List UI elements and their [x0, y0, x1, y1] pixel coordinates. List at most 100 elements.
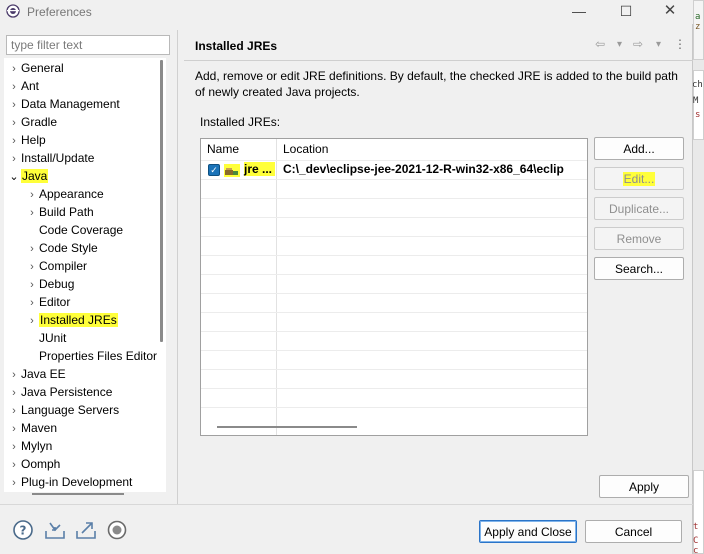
tree-item-label: Java EE: [21, 367, 66, 381]
back-menu-icon[interactable]: ▾: [617, 39, 622, 50]
column-header-location[interactable]: Location: [277, 139, 587, 160]
tree-item-installed-jres[interactable]: › Installed JREs: [25, 311, 118, 329]
view-menu-icon[interactable]: ⋮: [674, 37, 686, 51]
expand-arrow-icon[interactable]: ›: [25, 294, 39, 312]
tree-item-plug-in-development[interactable]: › Plug-in Development: [7, 473, 132, 491]
page-description: Add, remove or edit JRE definitions. By …: [195, 69, 678, 99]
expand-arrow-icon[interactable]: ›: [25, 258, 39, 276]
expand-arrow-icon[interactable]: ›: [7, 366, 21, 384]
tree-item-help[interactable]: › Help: [7, 131, 46, 149]
tree-item-debug[interactable]: › Debug: [25, 275, 74, 293]
tree-item-language-servers[interactable]: › Language Servers: [7, 401, 119, 419]
record-icon[interactable]: [106, 519, 128, 541]
tree-item-label: Maven: [21, 421, 58, 435]
filter-input[interactable]: [6, 35, 170, 55]
expand-arrow-icon[interactable]: ›: [7, 438, 21, 456]
tree-vertical-scrollbar[interactable]: [160, 60, 163, 342]
expand-arrow-icon[interactable]: ›: [25, 186, 39, 204]
tree-item-label: General: [21, 61, 64, 75]
tree-item-ant[interactable]: › Ant: [7, 77, 39, 95]
tree-item-label: Properties Files Editor: [39, 349, 158, 363]
tree-item-compiler[interactable]: › Compiler: [25, 257, 87, 275]
tree-item-properties-files-editor[interactable]: Properties Files Editor: [25, 347, 157, 365]
expand-arrow-icon[interactable]: ›: [25, 204, 39, 222]
tree-item-appearance[interactable]: › Appearance: [25, 185, 104, 203]
default-jre-checkbox[interactable]: ✓: [208, 164, 220, 176]
tree-item-label: Gradle: [21, 115, 58, 129]
tree-item-label: Oomph: [21, 457, 61, 471]
tree-item-label: Java: [21, 169, 49, 183]
footer-separator: [0, 504, 693, 505]
installed-jres-table[interactable]: Name Location ✓ jre ... C:\_dev\eclipse-…: [200, 138, 588, 436]
tree-item-oomph[interactable]: › Oomph: [7, 455, 60, 473]
expand-arrow-icon[interactable]: ›: [7, 456, 21, 474]
tree-item-label: Compiler: [39, 259, 88, 273]
expand-arrow-icon[interactable]: ›: [7, 132, 21, 150]
tree-item-label: Debug: [39, 277, 75, 291]
header-separator: [184, 60, 693, 61]
tree-item-junit[interactable]: JUnit: [25, 329, 66, 347]
column-header-name[interactable]: Name: [201, 139, 276, 160]
expand-arrow-icon[interactable]: ›: [7, 114, 21, 132]
expand-arrow-icon[interactable]: ›: [7, 78, 21, 96]
expand-arrow-icon[interactable]: ›: [7, 60, 21, 78]
back-arrow-icon[interactable]: ⇦: [595, 37, 605, 51]
eclipse-app-icon: [6, 4, 20, 18]
tree-item-label: Java Persistence: [21, 385, 113, 399]
tree-item-code-style[interactable]: › Code Style: [25, 239, 98, 257]
tree-item-code-coverage[interactable]: Code Coverage: [25, 221, 123, 239]
remove-button[interactable]: Remove: [594, 227, 684, 250]
tree-item-java-ee[interactable]: › Java EE: [7, 365, 66, 383]
panel-sash[interactable]: [177, 30, 178, 504]
tree-item-gradle[interactable]: › Gradle: [7, 113, 57, 131]
add-button[interactable]: Add...: [594, 137, 684, 160]
expand-arrow-icon[interactable]: ›: [7, 420, 21, 438]
tree-item-java[interactable]: ⌄ Java: [7, 167, 49, 186]
maximize-button[interactable]: ☐: [604, 0, 648, 24]
expand-arrow-icon[interactable]: ›: [7, 150, 21, 168]
preferences-window: Preferences — ☐ ✕ ›General ›Ant ›Data Ma…: [0, 0, 693, 554]
expand-arrow-icon[interactable]: ›: [25, 276, 39, 294]
expand-arrow-icon[interactable]: ›: [7, 402, 21, 420]
jre-location-cell: C:\_dev\eclipse-jee-2021-12-R-win32-x86_…: [283, 162, 564, 176]
preferences-tree: › General › Ant › Data Management › Gradle ›…: [4, 58, 166, 492]
tree-horizontal-scrollbar[interactable]: [32, 493, 124, 495]
table-horizontal-scrollbar[interactable]: [217, 426, 357, 428]
tree-item-label: Appearance: [39, 187, 104, 201]
apply-button[interactable]: Apply: [599, 475, 689, 498]
cancel-button[interactable]: Cancel: [585, 520, 682, 543]
tree-item-maven[interactable]: › Maven: [7, 419, 57, 437]
tree-item-mylyn[interactable]: › Mylyn: [7, 437, 52, 455]
tree-item-build-path[interactable]: › Build Path: [25, 203, 94, 221]
forward-arrow-icon[interactable]: ⇨: [633, 37, 643, 51]
title-bar: Preferences — ☐ ✕: [0, 0, 693, 24]
expand-arrow-icon[interactable]: ›: [7, 474, 21, 492]
apply-and-close-button[interactable]: Apply and Close: [479, 520, 577, 543]
close-button[interactable]: ✕: [648, 0, 692, 24]
tree-item-label: Installed JREs: [39, 313, 118, 327]
minimize-button[interactable]: —: [557, 0, 601, 24]
tree-item-install-update[interactable]: › Install/Update: [7, 149, 94, 167]
forward-menu-icon[interactable]: ▾: [656, 39, 661, 50]
tree-item-general[interactable]: › General: [7, 59, 64, 77]
duplicate-button[interactable]: Duplicate...: [594, 197, 684, 220]
tree-item-label: JUnit: [39, 331, 67, 345]
tree-item-label: Help: [21, 133, 46, 147]
expand-arrow-icon[interactable]: ›: [25, 240, 39, 258]
tree-item-label: Build Path: [39, 205, 94, 219]
tree-item-editor[interactable]: › Editor: [25, 293, 70, 311]
help-icon[interactable]: ?: [12, 519, 34, 541]
export-icon[interactable]: [75, 519, 97, 541]
import-icon[interactable]: [44, 519, 66, 541]
expand-arrow-icon[interactable]: ›: [7, 96, 21, 114]
collapse-arrow-icon[interactable]: ⌄: [7, 168, 21, 186]
edit-button[interactable]: Edit...: [594, 167, 684, 190]
expand-arrow-icon[interactable]: ›: [7, 384, 21, 402]
column-divider: [276, 139, 277, 435]
expand-arrow-icon[interactable]: ›: [25, 312, 39, 330]
tree-item-label: Install/Update: [21, 151, 95, 165]
tree-item-java-persistence[interactable]: › Java Persistence: [7, 383, 112, 401]
search-button[interactable]: Search...: [594, 257, 684, 280]
installed-jres-label: Installed JREs:: [200, 115, 281, 129]
tree-item-data-management[interactable]: › Data Management: [7, 95, 120, 113]
